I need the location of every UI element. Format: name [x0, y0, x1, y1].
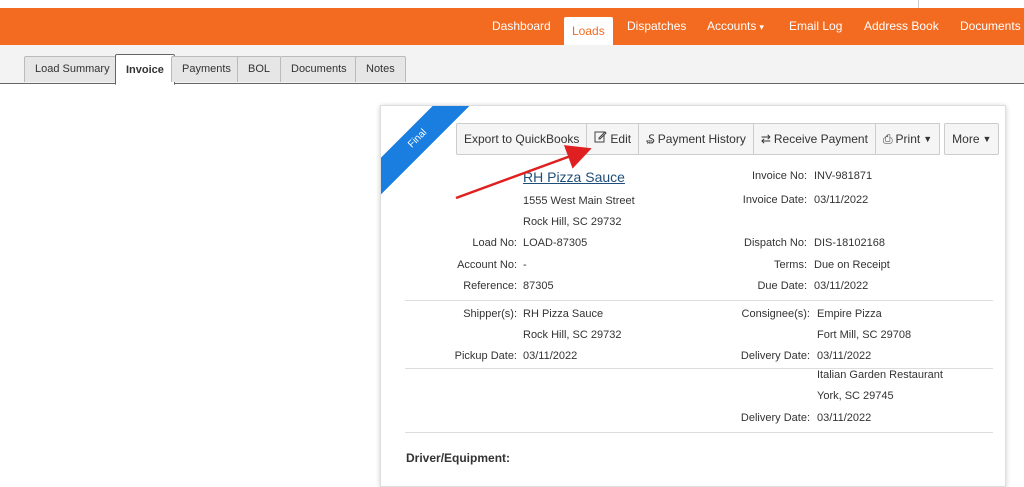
annotation-arrow	[455, 145, 592, 200]
